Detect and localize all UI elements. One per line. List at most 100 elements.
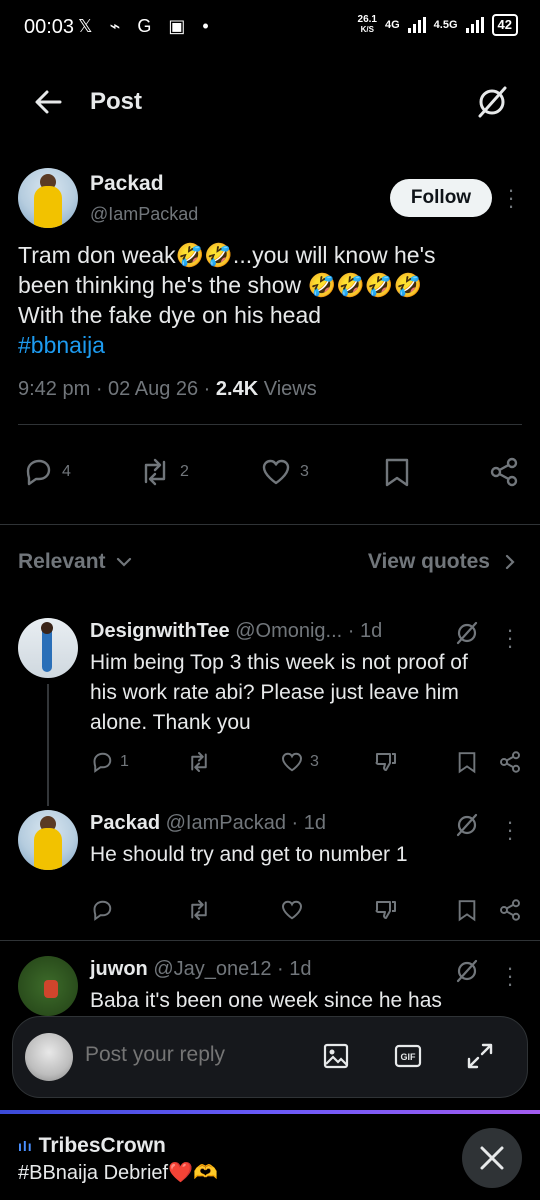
reply-input[interactable] xyxy=(85,1043,295,1067)
like-count: 3 xyxy=(310,753,319,770)
post-text-line: been thinking he's the show 🤣🤣🤣🤣 xyxy=(18,272,423,298)
reply-avatar[interactable] xyxy=(18,810,78,870)
avatar-head xyxy=(41,622,53,634)
heart-icon xyxy=(282,900,302,920)
repost-button[interactable]: 2 xyxy=(138,456,189,488)
reply-author-name: DesignwithTee xyxy=(90,620,230,642)
back-arrow-icon[interactable] xyxy=(30,84,66,120)
top-bar: Post xyxy=(0,70,540,134)
reply-author-name: Packad xyxy=(90,812,161,834)
hashtag-link[interactable]: #bbnaija xyxy=(18,330,518,360)
share-icon xyxy=(490,457,518,487)
author-avatar[interactable] xyxy=(18,168,78,228)
chevron-right-icon xyxy=(505,554,515,570)
bookmark-icon xyxy=(385,458,409,487)
bookmark-icon xyxy=(458,752,476,774)
network-speed-unit: K/S xyxy=(360,25,374,34)
share-button[interactable] xyxy=(498,750,522,774)
svg-text:GIF: GIF xyxy=(401,1052,417,1062)
banner-accent-line xyxy=(0,1110,540,1114)
expand-icon[interactable] xyxy=(465,1041,495,1071)
reply-text-line: alone. Thank you xyxy=(90,711,251,734)
repost-icon xyxy=(191,752,207,772)
follow-button[interactable]: Follow xyxy=(390,179,492,217)
dislike-button[interactable] xyxy=(374,898,398,922)
divider xyxy=(18,424,522,425)
view-quotes-link[interactable]: View quotes xyxy=(368,550,518,574)
grok-icon[interactable] xyxy=(474,84,510,120)
share-icon xyxy=(500,899,520,921)
thumbs-down-icon xyxy=(375,753,396,771)
reply-icon xyxy=(26,459,51,486)
reply-text-line: He should try and get to number 1 xyxy=(90,843,408,866)
grok-icon[interactable] xyxy=(454,812,480,838)
grok-icon[interactable] xyxy=(454,958,480,984)
repost-count: 2 xyxy=(180,463,189,480)
share-button[interactable] xyxy=(498,898,522,922)
network-type-2: 4.5G xyxy=(433,19,458,31)
bookmark-icon xyxy=(458,900,476,922)
post-meta: 9:42 pm · 02 Aug 26 · 2.4K Views xyxy=(18,378,317,401)
reply-button[interactable] xyxy=(90,898,114,922)
view-quotes-label: View quotes xyxy=(367,550,490,573)
reply-text-line: his work rate abi? Please just leave him xyxy=(90,681,459,704)
author-handle[interactable]: @IamPackad xyxy=(90,204,198,225)
reply-header[interactable]: Packad @IamPackad · 1d xyxy=(90,812,326,835)
user-avatar xyxy=(25,1033,73,1081)
reply-icon xyxy=(93,900,112,921)
close-button[interactable] xyxy=(462,1128,522,1188)
post-text-line: With the fake dye on his head xyxy=(18,302,322,328)
bookmark-button[interactable] xyxy=(382,456,412,488)
post-text-line: Tram don weak🤣🤣...you will know he's xyxy=(18,242,436,268)
banner-subtitle: #BBnaija Debrief❤️🫶 xyxy=(18,1162,218,1184)
views-count[interactable]: 2.4K xyxy=(216,378,258,400)
more-options-icon[interactable]: · · · xyxy=(505,957,515,995)
author-name[interactable]: Packad xyxy=(90,172,164,196)
like-button[interactable]: 3 xyxy=(260,456,309,488)
reply-compose-bar[interactable]: GIF xyxy=(12,1016,528,1098)
sort-relevant-dropdown[interactable]: Relevant xyxy=(18,550,134,574)
avatar-figure xyxy=(34,186,62,228)
heart-icon xyxy=(262,459,290,485)
image-icon[interactable] xyxy=(321,1041,351,1071)
more-options-icon[interactable]: · · · xyxy=(506,179,516,217)
reply-actions xyxy=(0,898,540,928)
share-button[interactable] xyxy=(488,456,520,488)
gif-icon[interactable]: GIF xyxy=(393,1041,423,1071)
dislike-button[interactable] xyxy=(374,750,398,774)
network-speed: 26.1 K/S xyxy=(358,15,377,35)
reply-handle-time: @Omonig... · 1d xyxy=(229,620,383,642)
battery-icon: 42 xyxy=(491,14,518,36)
like-button[interactable] xyxy=(280,898,304,922)
bookmark-button[interactable] xyxy=(456,898,478,922)
reply-button[interactable]: 4 xyxy=(22,456,71,488)
banner-title[interactable]: ılı TribesCrown xyxy=(18,1134,166,1158)
network-speed-value: 26.1 xyxy=(357,14,377,25)
heart-icon xyxy=(282,752,302,772)
share-icon xyxy=(500,751,520,773)
live-audio-icon: ılı xyxy=(18,1138,33,1154)
divider xyxy=(0,524,540,525)
views-label: Views xyxy=(258,378,317,400)
reply-header[interactable]: juwon @Jay_one12 · 1d xyxy=(90,958,312,981)
reply-header[interactable]: DesignwithTee @Omonig... · 1d xyxy=(90,620,382,643)
grok-icon[interactable] xyxy=(454,620,480,646)
reply-button[interactable]: 1 xyxy=(90,750,129,774)
signal-icon-2 xyxy=(465,17,484,33)
avatar-figure xyxy=(44,980,58,998)
reply-author-name: juwon xyxy=(90,958,148,980)
reply-avatar[interactable] xyxy=(18,956,78,1016)
reply-handle-time: @IamPackad · 1d xyxy=(160,812,326,834)
reply-actions: 1 3 xyxy=(0,750,540,780)
repost-button[interactable] xyxy=(186,750,212,774)
reply-icon xyxy=(93,752,112,773)
bookmark-button[interactable] xyxy=(456,750,478,774)
reply-avatar[interactable] xyxy=(18,618,78,678)
like-button[interactable]: 3 xyxy=(280,750,319,774)
reply-handle-time: @Jay_one12 · 1d xyxy=(147,958,312,980)
repost-button[interactable] xyxy=(186,898,212,922)
repost-icon xyxy=(144,458,166,486)
more-options-icon[interactable]: · · · xyxy=(505,619,515,657)
more-options-icon[interactable]: · · · xyxy=(505,811,515,849)
page-title: Post xyxy=(90,88,143,115)
